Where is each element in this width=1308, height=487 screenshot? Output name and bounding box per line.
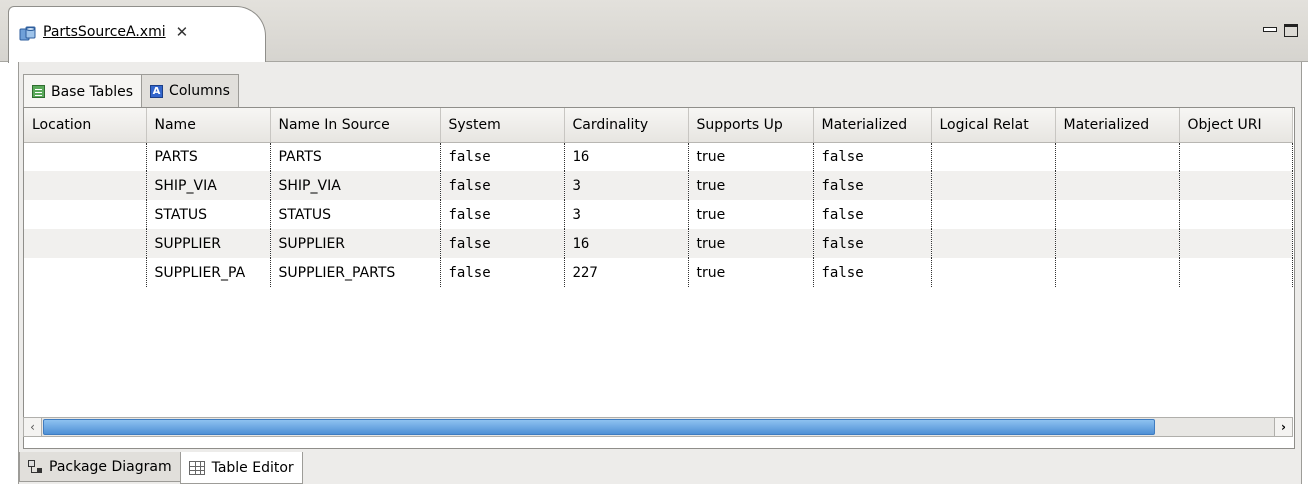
cell-logical-relation[interactable]	[931, 229, 1056, 258]
table-icon	[32, 85, 45, 98]
cell-location[interactable]	[24, 229, 147, 258]
cell-name[interactable]: STATUS	[146, 200, 271, 229]
tab-columns[interactable]: A Columns	[141, 74, 239, 107]
model-file-icon	[19, 25, 37, 43]
cell-materialized-2[interactable]	[1055, 142, 1180, 171]
window-controls	[1262, 24, 1298, 37]
base-tables-grid: Location Name Name In Source System Card…	[24, 108, 1293, 287]
cell-system[interactable]: false	[440, 200, 565, 229]
cell-cardinality[interactable]: 16	[564, 229, 689, 258]
cell-materialized[interactable]: false	[813, 142, 932, 171]
table-row[interactable]: SHIP_VIA SHIP_VIA false 3 true false	[24, 171, 1293, 200]
table-row[interactable]: SUPPLIER SUPPLIER false 16 true false	[24, 229, 1293, 258]
cell-object-uri[interactable]	[1179, 171, 1293, 200]
cell-object-uri[interactable]	[1179, 229, 1293, 258]
cell-materialized[interactable]: false	[813, 258, 932, 287]
cell-materialized[interactable]: false	[813, 171, 932, 200]
column-header[interactable]: Object URI	[1179, 108, 1293, 143]
cell-name[interactable]: SUPPLIER	[146, 229, 271, 258]
cell-materialized-2[interactable]	[1055, 258, 1180, 287]
column-header[interactable]: Cardinality	[564, 108, 689, 143]
tab-table-editor-label: Table Editor	[211, 459, 294, 476]
cell-system[interactable]: false	[440, 229, 565, 258]
column-header[interactable]: System	[440, 108, 565, 143]
scroll-right-icon[interactable]: ›	[1274, 418, 1292, 436]
column-header[interactable]: Materialized	[1055, 108, 1180, 143]
cell-logical-relation[interactable]	[931, 142, 1056, 171]
scroll-left-icon[interactable]: ‹	[24, 418, 42, 436]
cell-materialized-2[interactable]	[1055, 229, 1180, 258]
tab-columns-label: Columns	[169, 83, 230, 99]
cell-cardinality[interactable]: 227	[564, 258, 689, 287]
horizontal-scrollbar[interactable]: ‹ ›	[23, 417, 1293, 437]
cell-materialized[interactable]: false	[813, 200, 932, 229]
cell-supports-update[interactable]: true	[688, 258, 814, 287]
maximize-icon[interactable]	[1284, 24, 1298, 37]
cell-name[interactable]: PARTS	[146, 142, 271, 171]
grid-icon	[188, 460, 205, 475]
cell-location[interactable]	[24, 258, 147, 287]
minimize-icon[interactable]	[1262, 24, 1277, 36]
table-row[interactable]: STATUS STATUS false 3 true false	[24, 200, 1293, 229]
column-header[interactable]: Name	[146, 108, 271, 143]
cell-cardinality[interactable]: 16	[564, 142, 689, 171]
tab-base-tables-label: Base Tables	[51, 83, 134, 100]
cell-cardinality[interactable]: 3	[564, 200, 689, 229]
cell-name[interactable]: SUPPLIER_PA	[146, 258, 271, 287]
cell-name-in-source[interactable]: SUPPLIER	[270, 229, 441, 258]
cell-name-in-source[interactable]: SUPPLIER_PARTS	[270, 258, 441, 287]
cell-materialized-2[interactable]	[1055, 171, 1180, 200]
cell-supports-update[interactable]: true	[688, 142, 814, 171]
cell-object-uri[interactable]	[1179, 258, 1293, 287]
cell-logical-relation[interactable]	[931, 200, 1056, 229]
tab-package-diagram[interactable]: Package Diagram	[19, 452, 181, 482]
cell-system[interactable]: false	[440, 142, 565, 171]
column-header[interactable]: Name In Source	[270, 108, 441, 143]
tab-package-diagram-label: Package Diagram	[49, 458, 172, 475]
table-grid-frame: Location Name Name In Source System Card…	[23, 107, 1295, 449]
scrollbar-thumb[interactable]	[43, 419, 1155, 435]
cell-logical-relation[interactable]	[931, 171, 1056, 200]
tab-base-tables[interactable]: Base Tables	[23, 74, 143, 108]
cell-name-in-source[interactable]: PARTS	[270, 142, 441, 171]
diagram-icon	[28, 459, 42, 474]
cell-cardinality[interactable]: 3	[564, 171, 689, 200]
column-header[interactable]: Materialized	[813, 108, 932, 143]
column-header[interactable]: Location	[24, 108, 147, 143]
close-icon[interactable]: ✕	[176, 25, 189, 40]
cell-supports-update[interactable]: true	[688, 200, 814, 229]
cell-name-in-source[interactable]: STATUS	[270, 200, 441, 229]
cell-system[interactable]: false	[440, 171, 565, 200]
cell-supports-update[interactable]: true	[688, 171, 814, 200]
editor-page-tabs: Package Diagram Table Editor	[19, 452, 303, 484]
cell-object-uri[interactable]	[1179, 200, 1293, 229]
cell-materialized-2[interactable]	[1055, 200, 1180, 229]
cell-supports-update[interactable]: true	[688, 229, 814, 258]
table-editor-body: Base Tables A Columns Location Name Name…	[18, 62, 1302, 484]
table-row[interactable]: PARTS PARTS false 16 true false	[24, 142, 1293, 171]
table-row[interactable]: SUPPLIER_PA SUPPLIER_PARTS false 227 tru…	[24, 258, 1293, 287]
inner-tab-bar: Base Tables A Columns	[23, 74, 239, 108]
editor-tab-strip: PartsSourceA.xmi ✕	[0, 0, 1308, 63]
cell-location[interactable]	[24, 142, 147, 171]
cell-materialized[interactable]: false	[813, 229, 932, 258]
editor-tab-label: PartsSourceA.xmi	[43, 24, 166, 40]
tab-table-editor[interactable]: Table Editor	[179, 452, 303, 484]
editor-tab[interactable]: PartsSourceA.xmi ✕	[8, 6, 266, 63]
cell-name-in-source[interactable]: SHIP_VIA	[270, 171, 441, 200]
cell-object-uri[interactable]	[1179, 142, 1293, 171]
grid-header-row: Location Name Name In Source System Card…	[24, 108, 1293, 143]
column-header[interactable]: Logical Relat	[931, 108, 1056, 143]
cell-location[interactable]	[24, 171, 147, 200]
column-header[interactable]: Supports Up	[688, 108, 814, 143]
cell-name[interactable]: SHIP_VIA	[146, 171, 271, 200]
cell-location[interactable]	[24, 200, 147, 229]
cell-logical-relation[interactable]	[931, 258, 1056, 287]
column-icon: A	[150, 84, 164, 98]
cell-system[interactable]: false	[440, 258, 565, 287]
